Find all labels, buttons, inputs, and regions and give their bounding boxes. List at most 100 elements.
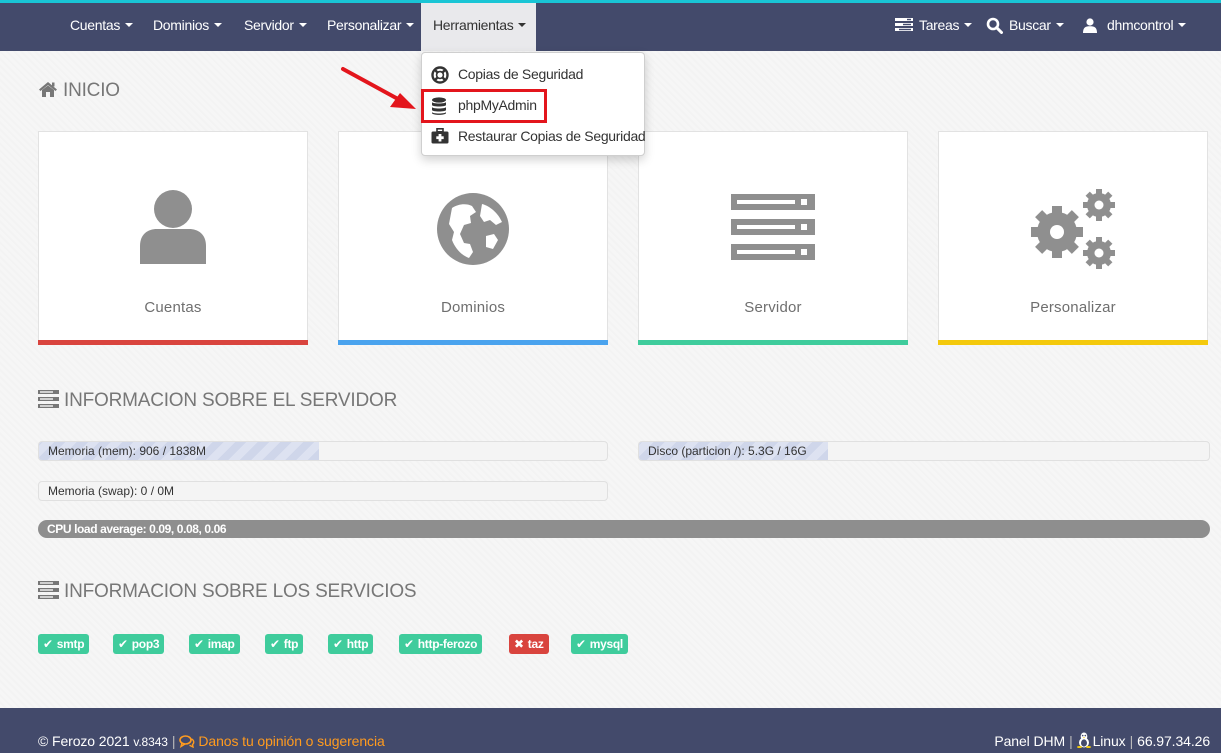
footer-separator: | xyxy=(1129,733,1134,749)
globe-icon xyxy=(437,193,509,265)
services-info-title: INFORMACION SOBRE LOS SERVICIOS xyxy=(38,580,417,603)
check-icon: ✔ xyxy=(118,637,128,651)
footer-left: © Ferozo 2021 v.8343 | Danos tu opinión o … xyxy=(38,733,385,749)
nav-buscar[interactable]: Buscar xyxy=(986,3,1064,51)
caret-down-icon xyxy=(406,23,415,28)
service-badge-smtp: ✔ smtp xyxy=(38,634,90,654)
dropdown-item-label: Restaurar Copias de Seguridad xyxy=(458,128,646,144)
page-title: INICIO xyxy=(38,80,120,102)
tasks-icon xyxy=(895,18,913,32)
footer-ip: 66.97.34.26 xyxy=(1137,733,1210,749)
service-badge-ftp: ✔ ftp xyxy=(265,634,304,654)
herramientas-dropdown: Copias de Seguridad phpMyAdmin Restaurar… xyxy=(421,52,646,156)
database-icon xyxy=(432,97,446,115)
server-icon xyxy=(731,194,815,260)
service-label: taz xyxy=(527,637,544,651)
service-label: http xyxy=(346,637,369,651)
search-icon xyxy=(986,17,1003,34)
service-badge-imap: ✔ imap xyxy=(189,634,240,654)
service-label: mysql xyxy=(589,637,623,651)
service-label: pop3 xyxy=(131,637,160,651)
card-dominios-label: Dominios xyxy=(440,299,506,316)
nav-dominios[interactable]: Dominios xyxy=(153,3,222,51)
check-icon: ✔ xyxy=(404,637,414,651)
caret-down-icon xyxy=(518,23,527,28)
nav-herramientas[interactable]: Herramientas xyxy=(421,3,536,51)
nav-buscar-label: Buscar xyxy=(1009,17,1051,33)
service-badge-taz: ✖ taz xyxy=(509,634,549,654)
nav-servidor[interactable]: Servidor xyxy=(244,3,307,51)
dropdown-item-label: phpMyAdmin xyxy=(458,97,537,113)
disk-label: Disco (particion /): 5.3G / 16G xyxy=(648,444,807,458)
lifebuoy-icon xyxy=(431,66,449,84)
nav-personalizar[interactable]: Personalizar xyxy=(327,3,415,51)
dropdown-item-label: Copias de Seguridad xyxy=(458,66,584,82)
memory-label: Memoria (mem): 906 / 1838M xyxy=(48,444,207,458)
footer-separator: | xyxy=(171,733,176,749)
card-dominios[interactable]: Dominios xyxy=(338,131,608,345)
card-cuentas[interactable]: Cuentas xyxy=(38,131,308,345)
server-info-title: INFORMACION SOBRE EL SERVIDOR xyxy=(38,389,398,412)
service-badge-http: ✔ http xyxy=(328,634,374,654)
feedback-link[interactable]: Danos tu opinión o sugerencia xyxy=(179,733,385,749)
swap-progress: Memoria (swap): 0 / 0M xyxy=(38,481,608,501)
medkit-icon xyxy=(431,128,449,144)
service-badge-pop3: ✔ pop3 xyxy=(113,634,165,654)
caret-down-icon xyxy=(1178,23,1187,28)
card-personalizar-label: Personalizar xyxy=(1030,299,1116,316)
feedback-link-label: Danos tu opinión o sugerencia xyxy=(198,733,385,749)
nav-cuentas-label: Cuentas xyxy=(70,17,121,33)
nav-personalizar-label: Personalizar xyxy=(327,17,402,33)
top-navbar: Cuentas Dominios Servidor Personalizar H… xyxy=(0,3,1221,51)
gears-icon xyxy=(1031,189,1115,269)
footer-separator: | xyxy=(1069,733,1073,749)
nav-dominios-label: Dominios xyxy=(153,17,209,33)
server-icon xyxy=(38,580,59,599)
card-servidor-bar xyxy=(638,340,908,345)
service-label: http-ferozo xyxy=(417,637,478,651)
dropdown-item-restaurar-copias[interactable]: Restaurar Copias de Seguridad xyxy=(422,122,646,150)
caret-down-icon xyxy=(213,23,222,28)
caret-down-icon xyxy=(964,23,973,28)
user-icon xyxy=(1083,18,1097,33)
footer-os: Linux xyxy=(1092,733,1126,749)
dropdown-item-copias-seguridad[interactable]: Copias de Seguridad xyxy=(422,60,644,88)
caret-down-icon xyxy=(298,23,307,28)
nav-user-menu[interactable]: dhmcontrol xyxy=(1083,3,1187,51)
check-icon: ✔ xyxy=(270,637,280,651)
cpu-load-label: CPU load average: 0.09, 0.08, 0.06 xyxy=(47,522,227,536)
check-icon: ✔ xyxy=(194,637,204,651)
user-icon xyxy=(140,190,206,264)
card-personalizar-bar xyxy=(938,340,1208,345)
card-dominios-bar xyxy=(338,340,608,345)
check-icon: ✔ xyxy=(576,637,586,651)
check-icon: ✔ xyxy=(333,637,343,651)
nav-cuentas[interactable]: Cuentas xyxy=(70,3,134,51)
card-cuentas-bar xyxy=(38,340,308,345)
caret-down-icon xyxy=(1055,23,1064,28)
card-servidor[interactable]: Servidor xyxy=(638,131,908,345)
server-icon xyxy=(38,389,59,408)
footer-panel: Panel DHM xyxy=(994,733,1066,749)
service-badge-mysql: ✔ mysql xyxy=(571,634,628,654)
caret-down-icon xyxy=(125,23,134,28)
dropdown-item-phpmyadmin[interactable]: phpMyAdmin xyxy=(422,91,644,119)
server-info-title-text: INFORMACION SOBRE EL SERVIDOR xyxy=(64,390,398,411)
footer-copyright: © Ferozo 2021 xyxy=(38,733,130,749)
nav-tareas-label: Tareas xyxy=(919,17,960,33)
service-label: ftp xyxy=(283,637,299,651)
home-icon xyxy=(39,81,57,97)
footer-version: v.8343 xyxy=(133,735,168,749)
services-info-title-text: INFORMACION SOBRE LOS SERVICIOS xyxy=(64,581,417,602)
linux-icon xyxy=(1076,732,1091,749)
red-arrow-icon xyxy=(341,67,416,109)
service-badge-http-ferozo: ✔ http-ferozo xyxy=(399,634,483,654)
footer-right: Panel DHM | Linux | 66.97.34.26 xyxy=(994,732,1210,750)
swap-label: Memoria (swap): 0 / 0M xyxy=(48,484,175,498)
footer: © Ferozo 2021 v.8343 | Danos tu opinión o … xyxy=(0,708,1221,753)
comments-icon xyxy=(179,734,195,749)
nav-tareas[interactable]: Tareas xyxy=(895,3,973,51)
card-personalizar[interactable]: Personalizar xyxy=(938,131,1208,345)
nav-servidor-label: Servidor xyxy=(244,17,294,33)
service-label: smtp xyxy=(56,637,85,651)
